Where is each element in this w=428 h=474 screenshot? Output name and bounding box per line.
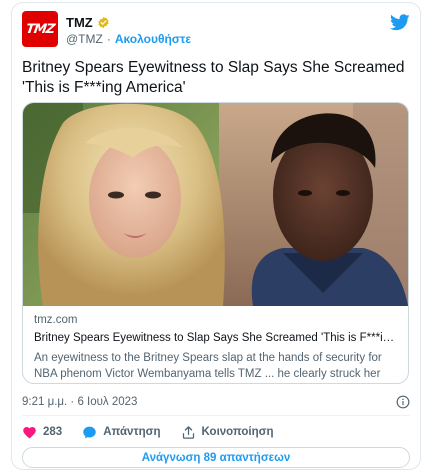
info-icon[interactable] [396, 395, 410, 409]
link-title: Britney Spears Eyewitness to Slap Says S… [34, 332, 400, 344]
like-count: 283 [43, 426, 63, 438]
twitter-bird-icon[interactable] [390, 14, 410, 31]
share-button[interactable]: Κοινοποίηση [181, 425, 274, 440]
avatar[interactable]: TMZ [22, 11, 58, 47]
link-description: An eyewitness to the Britney Spears slap… [34, 352, 382, 380]
verified-badge-icon [98, 16, 109, 28]
tweet-actions: 283 Απάντηση Κοινοποίηση [22, 423, 293, 441]
like-button[interactable]: 283 [22, 425, 62, 440]
reply-bubble-icon [83, 426, 96, 438]
read-replies-button[interactable]: Ανάγνωση 89 απαντήσεων [22, 447, 410, 468]
author-name-line: TMZ [66, 14, 110, 30]
link-domain: tmz.com [34, 314, 78, 326]
tweet-embed-card: TMZ TMZ @TMZ · Ακολουθήστε Britney Spear… [11, 2, 421, 470]
author-name[interactable]: TMZ [66, 15, 93, 30]
tweet-header: TMZ TMZ @TMZ · Ακολουθήστε [22, 11, 410, 51]
handle-separator: · [106, 32, 111, 46]
divider [22, 415, 410, 416]
share-label: Κοινοποίηση [201, 426, 274, 438]
heart-icon [23, 426, 36, 438]
link-preview-card[interactable]: tmz.com Britney Spears Eyewitness to Sla… [22, 102, 409, 384]
author-handle-line: @TMZ · Ακολουθήστε [66, 32, 191, 46]
share-icon [182, 425, 194, 439]
tweet-text: Britney Spears Eyewitness to Slap Says S… [22, 59, 405, 96]
avatar-logo-text: TMZ [24, 21, 56, 37]
follow-link[interactable]: Ακολουθήστε [115, 32, 191, 46]
tweet-timestamp[interactable]: 9:21 μ.μ. · 6 Ιουλ 2023 [22, 396, 137, 408]
reply-label: Απάντηση [103, 426, 161, 438]
link-card-text: tmz.com Britney Spears Eyewitness to Sla… [34, 314, 400, 382]
reply-button[interactable]: Απάντηση [82, 425, 161, 440]
tweet-meta: 9:21 μ.μ. · 6 Ιουλ 2023 [22, 394, 410, 410]
article-photo [23, 103, 408, 306]
author-handle[interactable]: @TMZ [66, 32, 103, 46]
